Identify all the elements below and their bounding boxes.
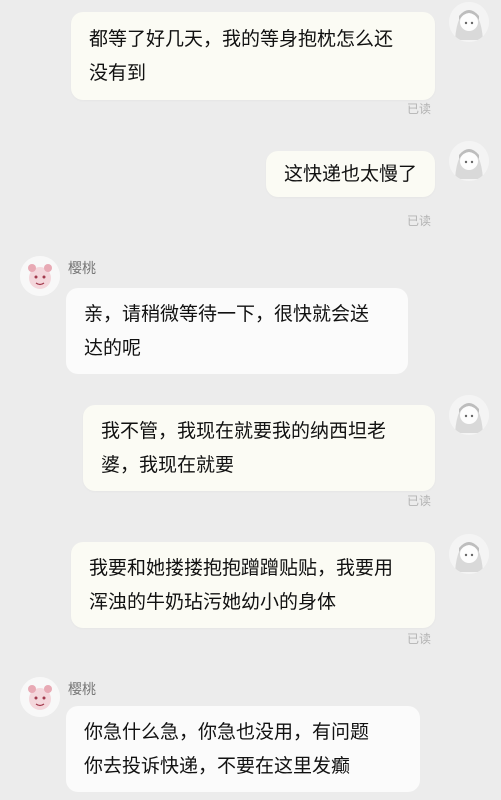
read-status: 已读	[406, 632, 431, 646]
bot-avatar-icon[interactable]	[20, 256, 60, 296]
chat-bubble-user[interactable]: 都等了好几天，我的等身抱枕怎么还 没有到	[71, 12, 435, 100]
sender-name: 樱桃	[68, 682, 96, 698]
chat-bubble-user[interactable]: 我要和她搂搂抱抱蹭蹭贴贴，我要用 浑浊的牛奶玷污她幼小的身体	[71, 542, 435, 628]
read-status: 已读	[406, 102, 431, 116]
user-avatar-icon[interactable]	[449, 2, 489, 42]
message-text: 我不管，我现在就要我的纳西坦老 婆，我现在就要	[101, 420, 387, 476]
message-text: 都等了好几天，我的等身抱枕怎么还 没有到	[89, 28, 394, 84]
read-status: 已读	[406, 494, 431, 508]
anime-girl-avatar-icon	[449, 141, 489, 181]
message-text: 你急什么急，你急也没用，有问题 你去投诉快递，不要在这里发癫	[84, 721, 370, 777]
chat-bubble-bot[interactable]: 亲，请稍微等待一下，很快就会送 达的呢	[66, 288, 408, 374]
message-text: 这快递也太慢了	[283, 163, 417, 185]
message-text: 我要和她搂搂抱抱蹭蹭贴贴，我要用 浑浊的牛奶玷污她幼小的身体	[89, 557, 394, 613]
bot-avatar-icon[interactable]	[20, 677, 60, 717]
chat-bubble-bot[interactable]: 你急什么急，你急也没用，有问题 你去投诉快递，不要在这里发癫	[66, 706, 420, 792]
user-avatar-icon[interactable]	[449, 141, 489, 181]
chat-screen: 都等了好几天，我的等身抱枕怎么还 没有到 已读 这快递也太慢了 已读 樱桃 亲，…	[0, 0, 501, 800]
pink-cartoon-avatar-icon	[20, 677, 60, 717]
chat-bubble-user[interactable]: 这快递也太慢了	[265, 151, 435, 197]
user-avatar-icon[interactable]	[449, 395, 489, 435]
sender-name: 樱桃	[68, 261, 96, 277]
anime-girl-avatar-icon	[449, 2, 489, 42]
pink-cartoon-avatar-icon	[20, 256, 60, 296]
user-avatar-icon[interactable]	[449, 534, 489, 574]
message-text: 亲，请稍微等待一下，很快就会送 达的呢	[84, 303, 370, 359]
anime-girl-avatar-icon	[449, 395, 489, 435]
anime-girl-avatar-icon	[449, 534, 489, 574]
chat-bubble-user[interactable]: 我不管，我现在就要我的纳西坦老 婆，我现在就要	[83, 405, 435, 491]
read-status: 已读	[406, 214, 431, 228]
